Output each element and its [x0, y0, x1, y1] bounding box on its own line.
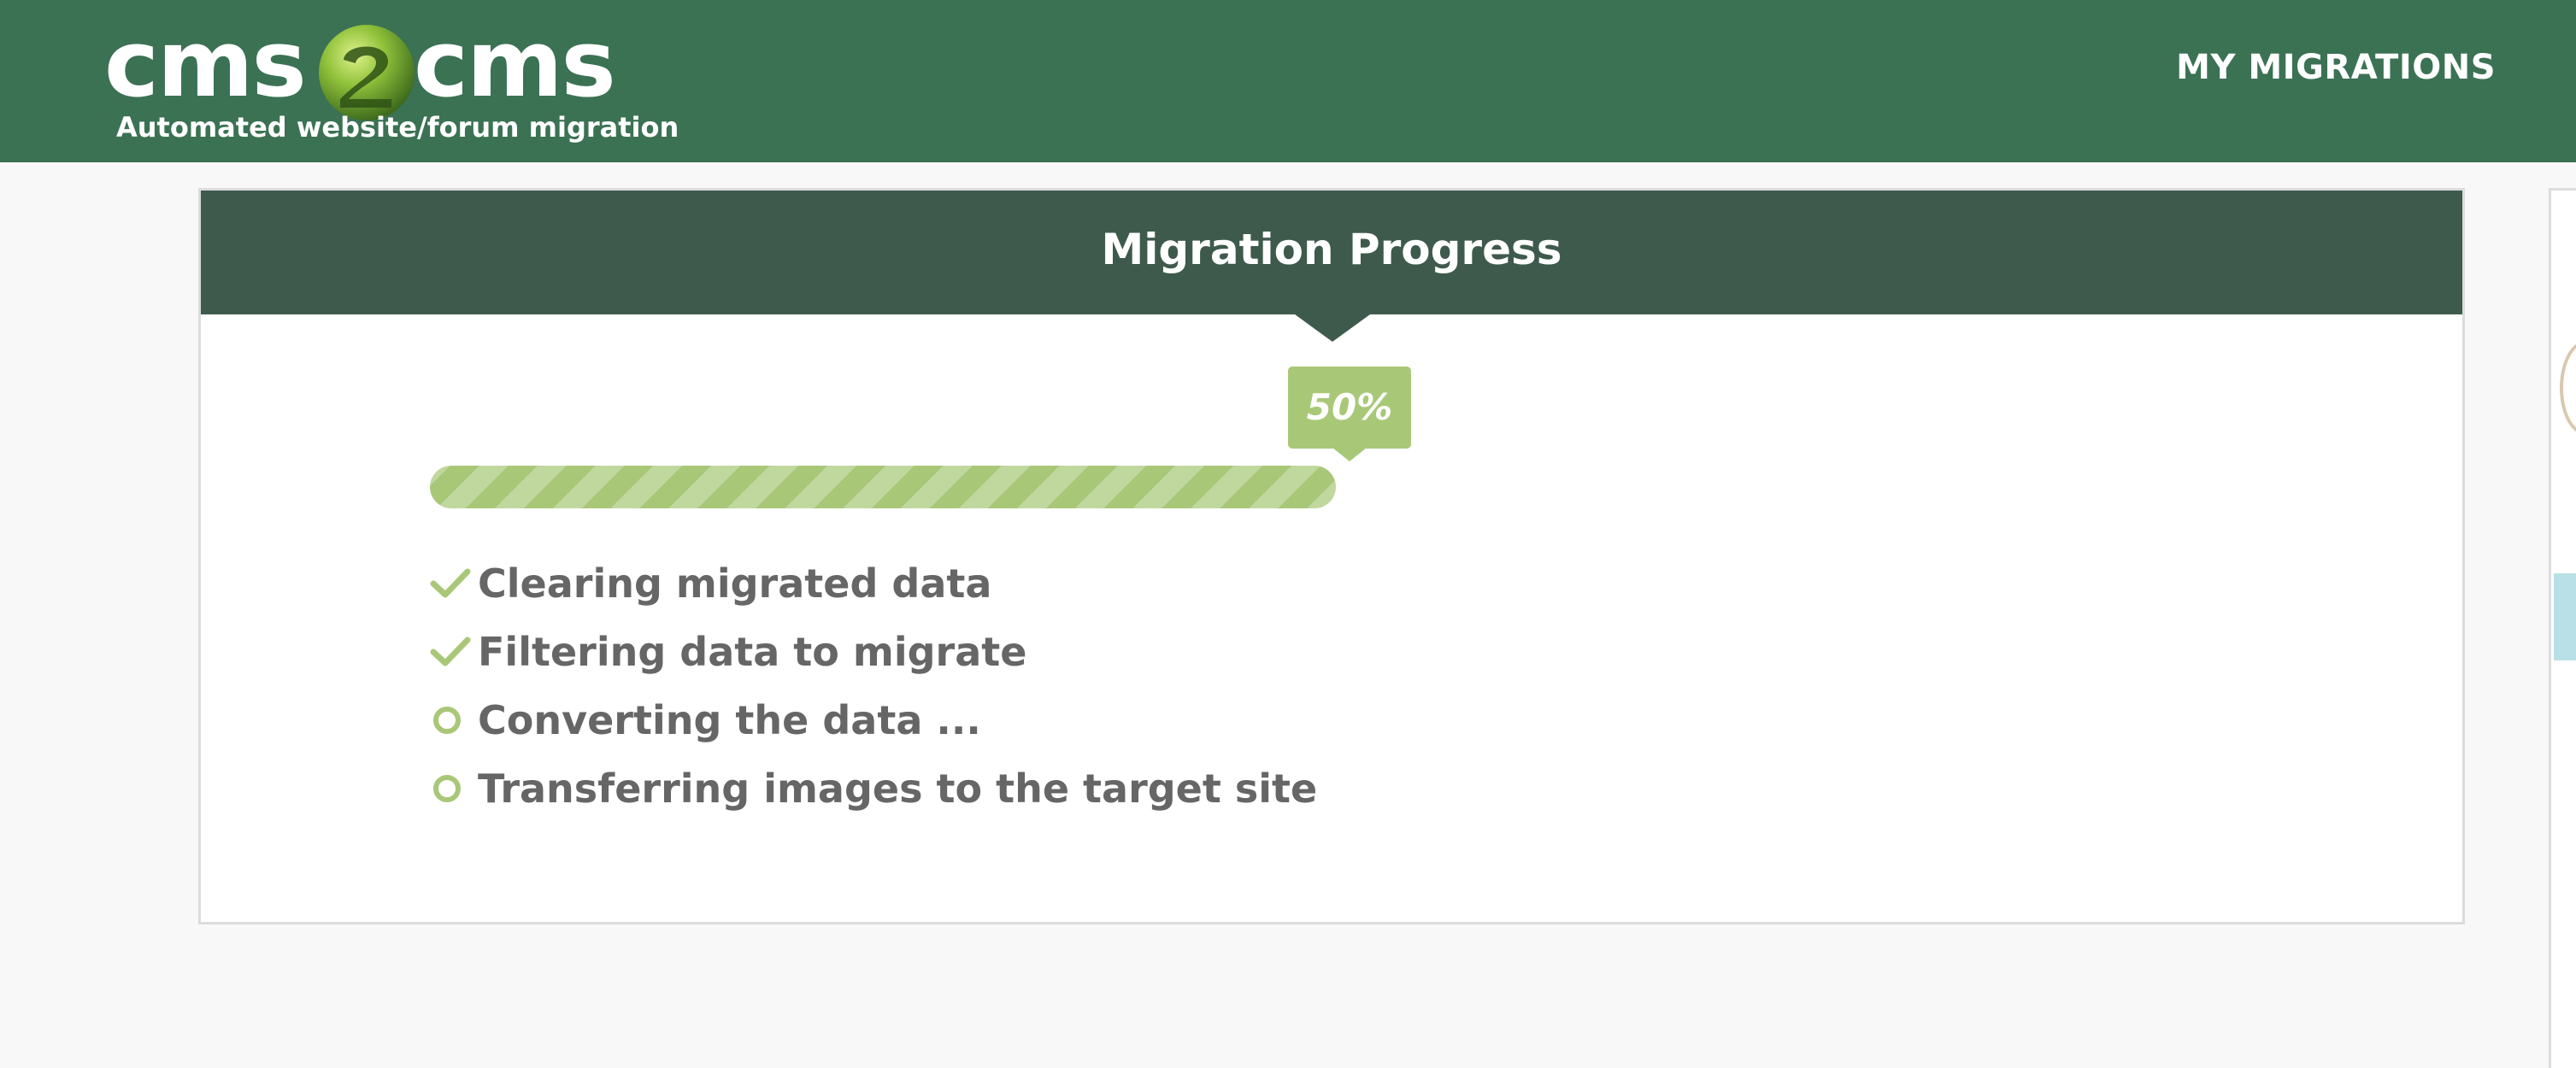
- checkmark-icon: [430, 561, 474, 606]
- step-item-filtering: Filtering data to migrate: [430, 618, 1317, 686]
- logo-word-right: cms: [414, 11, 616, 118]
- progress-percent-badge: 50%: [1288, 367, 1411, 449]
- pending-circle-icon: [430, 698, 474, 742]
- card-header: Migration Progress: [201, 191, 2462, 314]
- migration-progress-card: Migration Progress 50% Clearing migrated…: [198, 188, 2465, 924]
- logo-tagline: Automated website/forum migration: [116, 111, 679, 144]
- step-label: Clearing migrated data: [478, 560, 992, 607]
- avatar: [2560, 341, 2576, 435]
- logo-word-left: cms: [104, 11, 307, 118]
- globe-2-icon: [319, 25, 415, 120]
- step-label: Converting the data ...: [478, 697, 981, 743]
- step-item-clearing: Clearing migrated data: [430, 549, 1317, 618]
- side-panel-accent-block: [2554, 573, 2576, 660]
- step-item-transferring-images: Transferring images to the target site: [430, 754, 1317, 823]
- progress-percent-badge-pointer: [1332, 448, 1367, 461]
- card-header-pointer: [1295, 314, 1370, 342]
- migration-steps-list: Clearing migrated data Filtering data to…: [430, 549, 1317, 823]
- cms2cms-logo[interactable]: cms cms Automated website/forum migratio…: [104, 11, 679, 150]
- side-panel: [2549, 188, 2576, 1068]
- progress-bar-fill: [430, 466, 1336, 508]
- step-label: Filtering data to migrate: [478, 629, 1027, 675]
- pending-circle-icon: [430, 766, 474, 811]
- top-header: cms cms Automated website/forum migratio…: [0, 0, 2576, 162]
- step-item-converting: Converting the data ...: [430, 686, 1317, 754]
- step-label: Transferring images to the target site: [478, 766, 1318, 812]
- nav-my-migrations-link[interactable]: MY MIGRATIONS: [2176, 48, 2496, 87]
- progress-bar: [430, 466, 2242, 508]
- card-title: Migration Progress: [1101, 225, 1562, 274]
- checkmark-icon: [430, 630, 474, 674]
